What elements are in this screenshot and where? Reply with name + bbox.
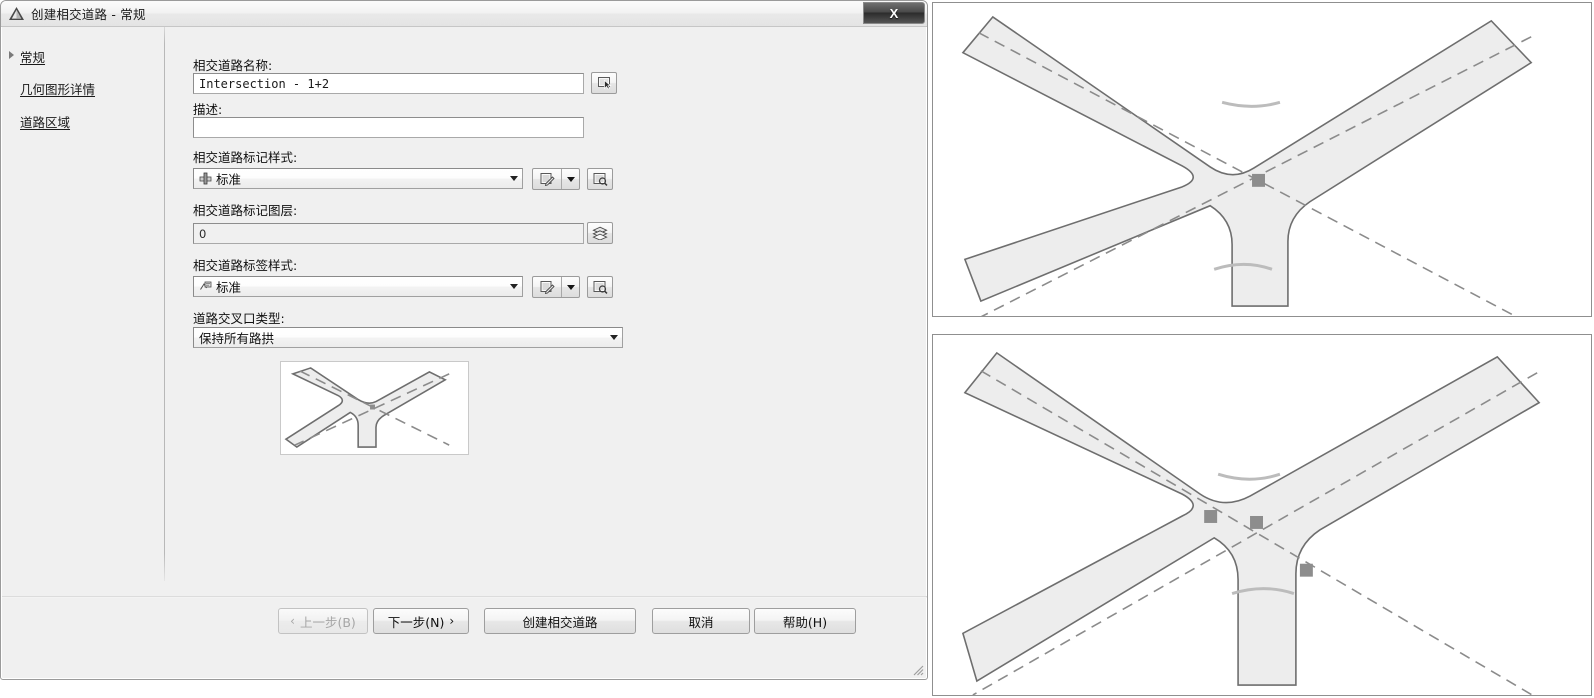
- sidebar-item-road-regions[interactable]: 道路区域: [20, 112, 70, 130]
- marker-style-value-wrap: 标准: [194, 169, 505, 188]
- intersection-type-label: 道路交叉口类型:: [193, 311, 285, 326]
- next-button[interactable]: 下一步(N) ›: [373, 608, 469, 634]
- description-input[interactable]: [193, 117, 584, 138]
- label-style-value: 标准: [216, 280, 242, 295]
- back-button[interactable]: ‹ 上一步(B): [278, 608, 368, 634]
- label-style-icon: [200, 281, 212, 290]
- name-label: 相交道路名称:: [193, 58, 273, 73]
- sidebar-item-general[interactable]: 常规: [9, 47, 46, 65]
- chevron-down-icon[interactable]: [562, 169, 579, 189]
- intersection-type-preview: [280, 361, 469, 455]
- marker-style-icon: [199, 172, 212, 185]
- cancel-button[interactable]: 取消: [652, 608, 750, 634]
- autocad-triangle-icon: [8, 6, 25, 21]
- dialog-footer: ‹ 上一步(B) 下一步(N) › 创建相交道路 取消 帮助(H): [1, 606, 929, 651]
- label-style-preview-button[interactable]: [587, 276, 613, 298]
- drawing-viewport-bottom[interactable]: [932, 334, 1592, 696]
- label-style-value-wrap: 标准: [194, 277, 505, 296]
- marker-style-label: 相交道路标记样式:: [193, 150, 298, 165]
- marker-style-preview-button[interactable]: [587, 168, 613, 190]
- intersection-type-combo[interactable]: 保持所有路拱: [193, 327, 623, 348]
- marker-layer-button[interactable]: [587, 222, 613, 244]
- chevron-right-icon: ›: [449, 614, 455, 628]
- create-intersection-button[interactable]: 创建相交道路: [484, 608, 636, 634]
- help-button[interactable]: 帮助(H): [754, 608, 856, 634]
- name-input[interactable]: Intersection - 1+2: [193, 73, 584, 94]
- label-style-combo[interactable]: 标准: [193, 276, 523, 297]
- chevron-down-icon[interactable]: [562, 277, 579, 297]
- description-label: 描述:: [193, 102, 223, 117]
- preview-intersection-drawing: [284, 367, 450, 449]
- label-style-edit-button[interactable]: [532, 276, 580, 298]
- preview-style-icon: [593, 281, 608, 294]
- preview-style-icon: [593, 173, 608, 186]
- marker-style-value: 标准: [216, 172, 242, 187]
- back-button-label: 上一步(B): [299, 614, 356, 630]
- chevron-left-icon: ‹: [290, 614, 295, 628]
- next-button-label: 下一步(N): [387, 614, 445, 630]
- dialog-titlebar[interactable]: 创建相交道路 - 常规 X: [1, 1, 927, 27]
- pick-on-screen-icon[interactable]: [591, 72, 617, 94]
- layers-icon: [592, 226, 608, 240]
- resize-grip-icon[interactable]: [911, 663, 924, 676]
- label-style-label: 相交道路标签样式:: [193, 258, 298, 273]
- chevron-right-icon: [9, 51, 14, 59]
- sidebar-item-label: 常规: [20, 49, 46, 65]
- marker-style-combo[interactable]: 标准: [193, 168, 523, 189]
- dialog-title: 创建相交道路 - 常规: [31, 7, 146, 22]
- marker-layer-label: 相交道路标记图层:: [193, 203, 298, 218]
- sidebar-item-label: 道路区域: [20, 114, 71, 130]
- intersection-drawing-multi-node: [961, 351, 1541, 695]
- sidebar-item-geometry-details[interactable]: 几何图形详情: [20, 79, 95, 97]
- drawing-viewport-top[interactable]: [932, 2, 1592, 317]
- chevron-down-icon[interactable]: [505, 176, 522, 181]
- create-intersection-dialog: 创建相交道路 - 常规 X 常规 几何图形详情 道路区域 相交道路名称: Int…: [0, 0, 928, 680]
- chevron-down-icon[interactable]: [605, 335, 622, 340]
- edit-style-icon: [533, 277, 561, 297]
- chevron-down-icon[interactable]: [505, 284, 522, 289]
- marker-style-edit-button[interactable]: [532, 168, 580, 190]
- sidebar-item-label: 几何图形详情: [20, 81, 96, 97]
- edit-style-icon: [533, 169, 561, 189]
- intersection-drawing-single-node: [961, 15, 1533, 316]
- footer-divider: [2, 596, 927, 598]
- close-icon[interactable]: X: [863, 2, 925, 24]
- intersection-type-value: 保持所有路拱: [199, 331, 275, 346]
- marker-layer-input[interactable]: 0: [193, 223, 584, 244]
- wizard-sidebar: 常规 几何图形详情 道路区域: [2, 27, 165, 581]
